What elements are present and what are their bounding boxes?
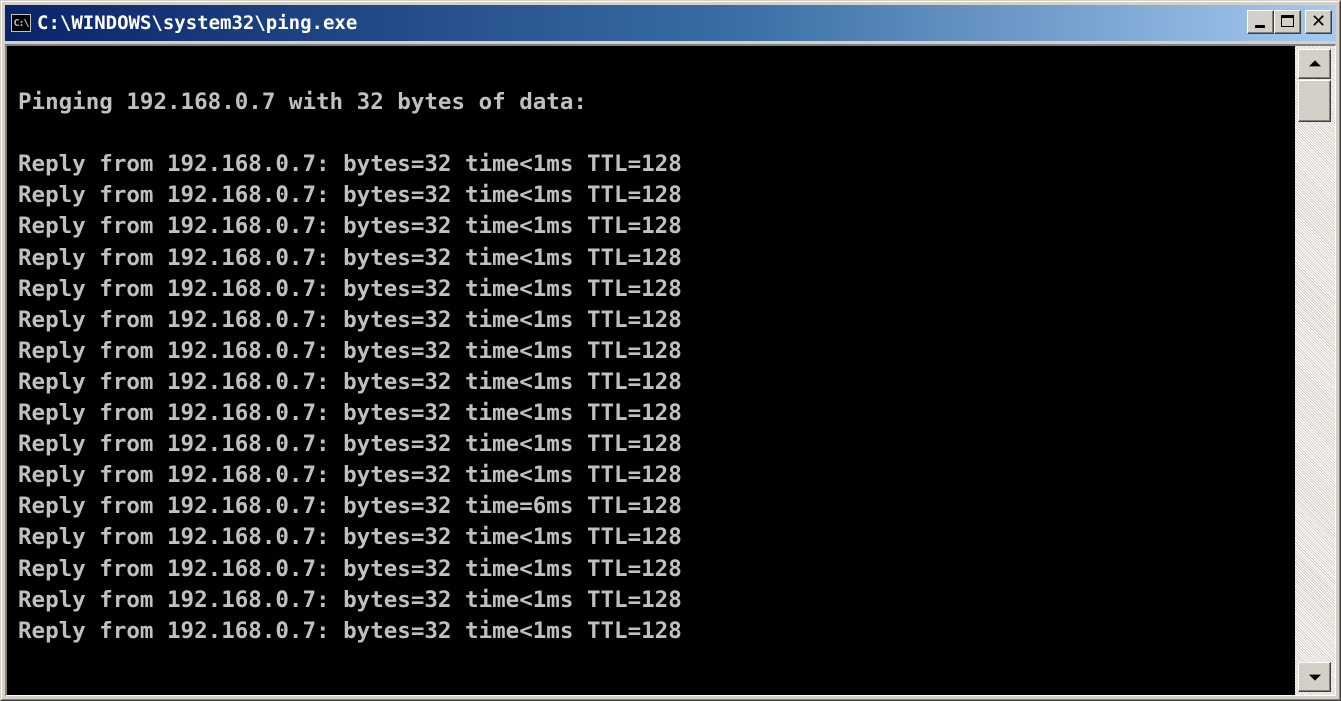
window-title: C:\WINDOWS\system32\ping.exe xyxy=(37,12,358,34)
console-line: Reply from 192.168.0.7: bytes=32 time<1m… xyxy=(18,306,682,333)
console-line: Reply from 192.168.0.7: bytes=32 time<1m… xyxy=(18,244,682,271)
console-line: Reply from 192.168.0.7: bytes=32 time<1m… xyxy=(18,182,682,209)
console-window: C:\ C:\WINDOWS\system32\ping.exe ✕ Pingi… xyxy=(0,0,1341,701)
console-line: Reply from 192.168.0.7: bytes=32 time<1m… xyxy=(18,462,682,489)
console-line: Pinging 192.168.0.7 with 32 bytes of dat… xyxy=(18,89,587,116)
console-line: Reply from 192.168.0.7: bytes=32 time<1m… xyxy=(18,151,682,178)
console-line: Reply from 192.168.0.7: bytes=32 time<1m… xyxy=(18,431,682,458)
console-line: Reply from 192.168.0.7: bytes=32 time<1m… xyxy=(18,213,682,240)
console-icon[interactable]: C:\ xyxy=(11,14,31,32)
scrollbar-thumb[interactable] xyxy=(1298,80,1331,122)
minimize-button[interactable] xyxy=(1247,10,1274,34)
close-button[interactable]: ✕ xyxy=(1305,10,1332,34)
console-line: Reply from 192.168.0.7: bytes=32 time<1m… xyxy=(18,400,682,427)
title-bar-buttons: ✕ xyxy=(1247,10,1332,34)
console-output: Pinging 192.168.0.7 with 32 bytes of dat… xyxy=(18,56,682,647)
window-frame: C:\ C:\WINDOWS\system32\ping.exe ✕ Pingi… xyxy=(1,1,1340,700)
console-icon-text: C:\ xyxy=(13,17,29,29)
minimize-icon xyxy=(1255,25,1265,28)
title-bar[interactable]: C:\ C:\WINDOWS\system32\ping.exe ✕ xyxy=(5,5,1336,41)
console-line: Reply from 192.168.0.7: bytes=32 time<1m… xyxy=(18,337,682,364)
vertical-scrollbar[interactable] xyxy=(1295,46,1335,695)
scroll-down-arrow-icon xyxy=(1308,674,1321,681)
console-frame: Pinging 192.168.0.7 with 32 bytes of dat… xyxy=(5,44,1336,696)
console-line: Reply from 192.168.0.7: bytes=32 time=6m… xyxy=(18,493,682,520)
console-line: Reply from 192.168.0.7: bytes=32 time<1m… xyxy=(18,368,682,395)
scroll-down-button[interactable] xyxy=(1298,662,1331,692)
console-line: Reply from 192.168.0.7: bytes=32 time<1m… xyxy=(18,555,682,582)
console-line: Reply from 192.168.0.7: bytes=32 time<1m… xyxy=(18,617,682,644)
console-line: Reply from 192.168.0.7: bytes=32 time<1m… xyxy=(18,275,682,302)
scroll-up-button[interactable] xyxy=(1298,49,1331,79)
close-icon: ✕ xyxy=(1310,11,1327,32)
scroll-up-arrow-icon xyxy=(1308,60,1321,67)
maximize-button[interactable] xyxy=(1274,10,1301,34)
console-output-area[interactable]: Pinging 192.168.0.7 with 32 bytes of dat… xyxy=(7,46,1295,695)
maximize-icon xyxy=(1281,15,1294,27)
console-line: Reply from 192.168.0.7: bytes=32 time<1m… xyxy=(18,524,682,551)
console-line: Reply from 192.168.0.7: bytes=32 time<1m… xyxy=(18,586,682,613)
